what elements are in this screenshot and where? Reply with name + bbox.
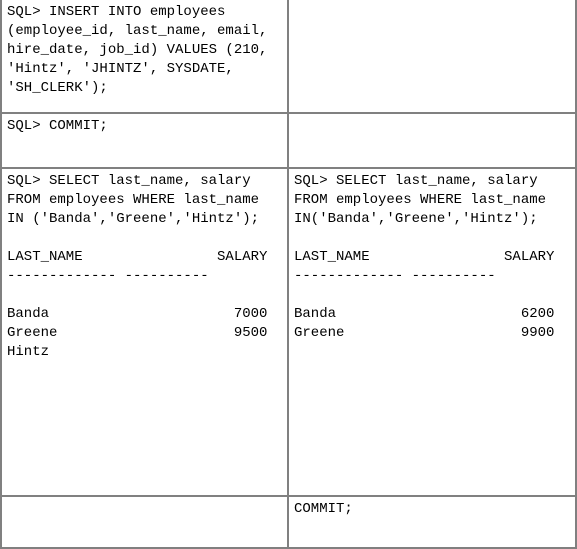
sql-text-left-insert: SQL> INSERT INTO employees (employee_id,… xyxy=(7,4,268,96)
cell-left-select-results: SQL> SELECT last_name, salary FROM emplo… xyxy=(0,169,289,497)
sql-text-left-select: SQL> SELECT last_name, salary FROM emplo… xyxy=(7,173,268,360)
sql-comparison-table: SQL> INSERT INTO employees (employee_id,… xyxy=(0,0,577,549)
cell-right-commit-statement xyxy=(289,114,577,169)
cell-right-insert-statement xyxy=(289,0,577,114)
sql-text-left-commit: SQL> COMMIT; xyxy=(7,118,108,134)
cell-right-footer-commit: COMMIT; xyxy=(289,497,577,549)
cell-left-footer xyxy=(0,497,289,549)
table-row-footer-commit: COMMIT; xyxy=(0,497,577,549)
sql-text-right-footer: COMMIT; xyxy=(294,501,353,517)
table-row-insert-statement: SQL> INSERT INTO employees (employee_id,… xyxy=(0,0,577,114)
cell-left-insert-statement: SQL> INSERT INTO employees (employee_id,… xyxy=(0,0,289,114)
cell-left-commit-statement: SQL> COMMIT; xyxy=(0,114,289,169)
table-row-commit-statement: SQL> COMMIT; xyxy=(0,114,577,169)
sql-text-right-select: SQL> SELECT last_name, salary FROM emplo… xyxy=(294,173,555,341)
sql-comparison-body: SQL> INSERT INTO employees (employee_id,… xyxy=(0,0,577,549)
cell-right-select-results: SQL> SELECT last_name, salary FROM emplo… xyxy=(289,169,577,497)
table-row-select-results: SQL> SELECT last_name, salary FROM emplo… xyxy=(0,169,577,497)
